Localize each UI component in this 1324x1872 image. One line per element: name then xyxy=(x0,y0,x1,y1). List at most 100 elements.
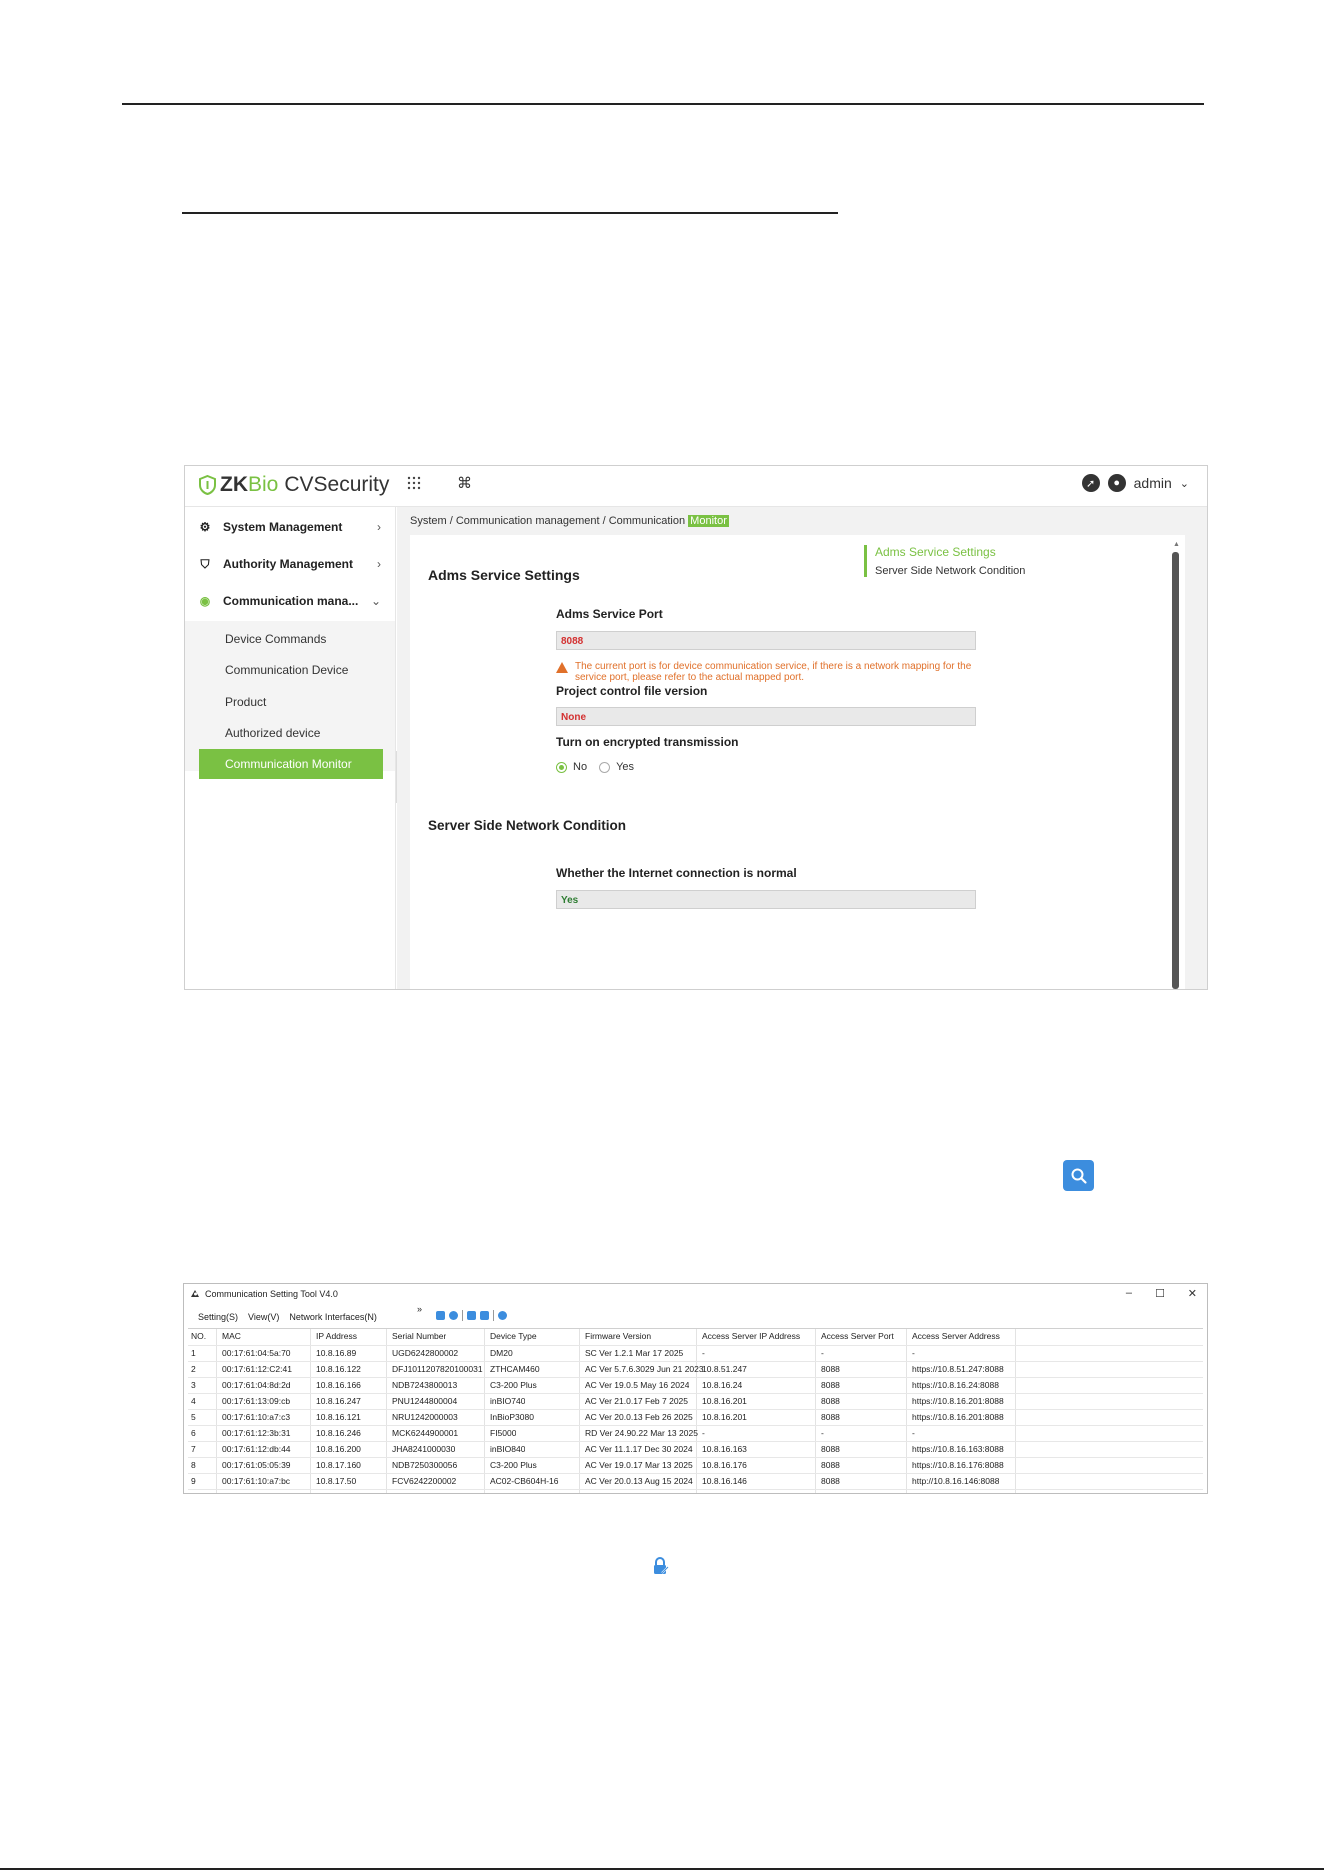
column-header[interactable]: MAC xyxy=(222,1331,241,1341)
table-cell: 10.8.16.166 xyxy=(316,1380,361,1390)
table-cell: 10.8.51.247 xyxy=(702,1364,747,1374)
search-device-icon[interactable] xyxy=(436,1311,445,1320)
menu-setting[interactable]: Setting(S) xyxy=(198,1312,238,1322)
sidebar-item-device-commands[interactable]: Device Commands xyxy=(199,624,383,654)
search-icon[interactable] xyxy=(1063,1160,1094,1191)
app-header: ZK Bio CVSecurity ⌘ ➚ ● admin ⌄ xyxy=(185,466,1207,507)
table-row[interactable]: 1 00:17:61:04:5a:70 10.8.16.89 UGD624280000… xyxy=(188,1346,1203,1362)
sidebar-item-authorized-device[interactable]: Authorized device xyxy=(199,718,383,748)
table-cell: 3 xyxy=(191,1380,196,1390)
minimize-button[interactable]: – xyxy=(1126,1287,1132,1299)
menu-view[interactable]: View(V) xyxy=(248,1312,279,1322)
column-header[interactable]: Firmware Version xyxy=(585,1331,651,1341)
encrypt-radio-yes-label[interactable]: Yes xyxy=(616,761,634,773)
table-row[interactable]: 5 00:17:61:10:a7:c3 10.8.16.121 NRU12420000… xyxy=(188,1410,1203,1426)
user-menu[interactable]: ➚ ● admin ⌄ xyxy=(1081,474,1189,492)
table-cell: AC Ver 20.0.13 Aug 15 2024 xyxy=(585,1476,693,1486)
table-row[interactable]: 7 00:17:61:12:db:44 10.8.16.200 JHA82410000… xyxy=(188,1442,1203,1458)
table-cell: NDB7243800013 xyxy=(392,1380,458,1390)
table-cell: C3-200 Plus xyxy=(490,1380,537,1390)
table-cell: 00:17:61:04:8d:2d xyxy=(222,1380,291,1390)
table-row[interactable]: 3 00:17:61:04:8d:2d 10.8.16.166 NDB72438000… xyxy=(188,1378,1203,1394)
anchor-link-network[interactable]: Server Side Network Condition xyxy=(875,565,1025,577)
table-cell: - xyxy=(702,1428,705,1438)
breadcrumb-path[interactable]: System / Communication management / Comm… xyxy=(410,515,688,527)
table-cell: 6 xyxy=(191,1428,196,1438)
table-cell: 8088 xyxy=(821,1412,840,1422)
column-header[interactable]: Device Type xyxy=(490,1331,537,1341)
section-title-adms: Adms Service Settings xyxy=(428,567,580,583)
username[interactable]: admin xyxy=(1134,475,1172,491)
main-content: System / Communication management / Comm… xyxy=(397,507,1207,989)
table-cell: 10.8.16.146 xyxy=(702,1476,747,1486)
compass-icon[interactable]: ➚ xyxy=(1081,474,1100,492)
table-cell: 10.8.16.121 xyxy=(316,1412,361,1422)
table-cell: ZTHCAM460 xyxy=(490,1364,540,1374)
app-icon xyxy=(191,1290,199,1297)
table-cell: 10.8.16.176 xyxy=(702,1460,747,1470)
encrypt-radio-yes[interactable] xyxy=(599,761,611,773)
menu-network-interfaces[interactable]: Network Interfaces(N) xyxy=(289,1312,377,1322)
chevron-down-icon[interactable]: ⌄ xyxy=(1180,477,1189,490)
lock-edit-icon xyxy=(653,1557,669,1575)
table-cell: 00:17:61:04:5a:70 xyxy=(222,1348,291,1358)
command-icon[interactable]: ⌘ xyxy=(457,474,472,492)
table-row[interactable]: 9 00:17:61:10:a7:bc 10.8.17.50 FCV624220000… xyxy=(188,1474,1203,1490)
chevron-right-icon: › xyxy=(377,557,381,571)
table-cell: SC Ver 1.2.1 Mar 17 2025 xyxy=(585,1348,684,1358)
network-icon[interactable] xyxy=(480,1311,489,1320)
lock-icon[interactable] xyxy=(467,1311,476,1320)
column-header[interactable]: Access Server Port xyxy=(821,1331,894,1341)
sidebar-group-system-management[interactable]: ⚙ System Management › xyxy=(185,507,395,547)
table-cell: 2 xyxy=(191,1364,196,1374)
sidebar-group-label: Communication mana... xyxy=(223,594,359,608)
menu-overflow[interactable]: » xyxy=(417,1304,422,1314)
sidebar-item-communication-device[interactable]: Communication Device xyxy=(199,655,383,685)
table-body: 1 00:17:61:04:5a:70 10.8.16.89 UGD624280000… xyxy=(188,1346,1203,1490)
column-header[interactable]: NO. xyxy=(191,1331,206,1341)
table-row[interactable]: 2 00:17:61:12:C2:41 10.8.16.122 DFJ10112078… xyxy=(188,1362,1203,1378)
table-cell: 00:17:61:13:09:cb xyxy=(222,1396,291,1406)
table-cell: FCV6242200002 xyxy=(392,1476,457,1486)
column-header[interactable]: Access Server IP Address xyxy=(702,1331,800,1341)
sidebar-group-communication-management[interactable]: ◉ Communication mana... ⌄ xyxy=(185,581,395,621)
column-header[interactable]: IP Address xyxy=(316,1331,357,1341)
table-cell: AC Ver 19.0.5 May 16 2024 xyxy=(585,1380,690,1390)
sidebar-group-authority-management[interactable]: ⛉ Authority Management › xyxy=(185,544,395,584)
table-cell: DFJ1011207820100031 xyxy=(392,1364,483,1374)
table-cell: https://10.8.16.201:8088 xyxy=(912,1396,1004,1406)
grid-icon[interactable] xyxy=(407,476,421,495)
scroll-up-icon[interactable]: ▲ xyxy=(1173,541,1180,548)
signal-icon: ◉ xyxy=(199,594,211,608)
scrollbar[interactable] xyxy=(1172,552,1179,989)
encrypt-radio-no[interactable] xyxy=(556,761,567,773)
table-cell: 10.8.16.246 xyxy=(316,1428,361,1438)
column-header[interactable]: Access Server Address xyxy=(912,1331,1000,1341)
maximize-button[interactable]: ☐ xyxy=(1155,1287,1165,1300)
column-header[interactable]: Serial Number xyxy=(392,1331,446,1341)
device-table: NO. MAC IP Address Serial Number Device … xyxy=(188,1328,1203,1493)
close-button[interactable]: ✕ xyxy=(1188,1287,1197,1300)
info-icon[interactable] xyxy=(498,1311,507,1320)
table-cell: DM20 xyxy=(490,1348,513,1358)
user-icon[interactable]: ● xyxy=(1107,474,1126,492)
brand-cvsecurity: CVSecurity xyxy=(284,473,390,496)
app-logo[interactable]: ZK Bio CVSecurity xyxy=(199,473,389,497)
table-cell: 10.8.16.201 xyxy=(702,1396,747,1406)
table-row[interactable]: 8 00:17:61:05:05:39 10.8.17.160 NDB72503000… xyxy=(188,1458,1203,1474)
table-cell: https://10.8.16.201:8088 xyxy=(912,1412,1004,1422)
encrypt-radio-no-label[interactable]: No xyxy=(573,761,587,773)
table-row[interactable]: 4 00:17:61:13:09:cb 10.8.16.247 PNU12448000… xyxy=(188,1394,1203,1410)
window-title-bar: Communication Setting Tool V4.0 xyxy=(190,1288,338,1299)
sidebar-item-communication-monitor[interactable]: Communication Monitor xyxy=(199,749,383,779)
menu-bar: Setting(S) View(V) Network Interfaces(N) xyxy=(198,1312,377,1322)
table-cell: AC Ver 11.1.17 Dec 30 2024 xyxy=(585,1444,693,1454)
port-warning: The current port is for device communica… xyxy=(556,661,996,683)
anchor-link-adms[interactable]: Adms Service Settings xyxy=(875,545,1025,565)
internet-field: Yes xyxy=(556,890,976,909)
sidebar-item-product[interactable]: Product xyxy=(199,687,383,717)
table-cell: 8088 xyxy=(821,1444,840,1454)
table-cell: 10.8.16.201 xyxy=(702,1412,747,1422)
table-row[interactable]: 6 00:17:61:12:3b:31 10.8.16.246 MCK62449000… xyxy=(188,1426,1203,1442)
settings-icon[interactable] xyxy=(449,1311,458,1320)
